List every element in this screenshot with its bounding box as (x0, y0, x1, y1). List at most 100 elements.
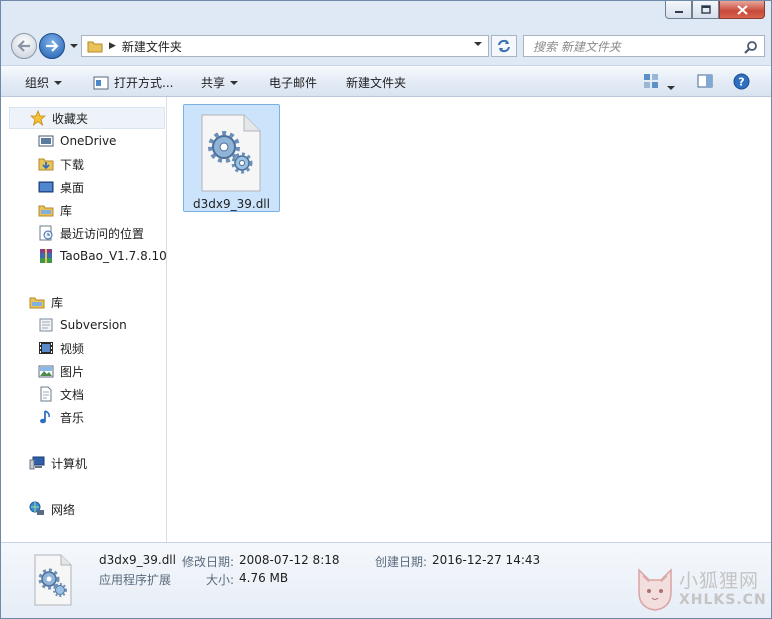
video-library-icon (39, 342, 53, 354)
email-label: 电子邮件 (269, 76, 318, 90)
watermark-en: XHLKS.CN (679, 592, 767, 608)
sidebar-item-videos[interactable]: 视频 (38, 337, 84, 359)
share-label: 共享 (201, 76, 226, 90)
minimize-button[interactable] (665, 1, 692, 19)
help-button[interactable]: ? (733, 73, 750, 93)
open-with-button[interactable]: 打开方式... (93, 74, 173, 91)
forward-button[interactable] (39, 33, 65, 59)
organize-button[interactable]: 组织 (25, 74, 63, 91)
downloads-folder-icon (38, 158, 54, 171)
search-box[interactable]: 搜索 新建文件夹 (523, 35, 765, 57)
details-file-name: d3dx9_39.dll (99, 553, 176, 567)
sidebar-item-label: 音乐 (60, 410, 85, 425)
sidebar-item-pictures[interactable]: 图片 (38, 360, 84, 382)
chevron-down-icon (667, 86, 675, 90)
folder-icon (87, 41, 103, 53)
subversion-library-icon (39, 318, 53, 332)
refresh-icon (498, 39, 510, 53)
change-view-button[interactable] (643, 73, 659, 92)
computer-icon (29, 456, 45, 470)
open-with-icon (93, 76, 109, 89)
back-arrow-icon (17, 40, 30, 52)
documents-library-icon (40, 386, 52, 402)
network-icon (29, 501, 44, 515)
address-dropdown-icon[interactable] (474, 42, 482, 46)
sidebar-item-label: 视频 (60, 341, 85, 356)
desktop-icon (38, 181, 54, 193)
sidebar-item-library[interactable]: 库 (38, 199, 72, 221)
sidebar-item-label: 文档 (60, 387, 85, 402)
site-watermark: 小狐狸网 XHLKS.CN (635, 562, 767, 614)
details-size-value: 4.76 MB (239, 571, 289, 585)
breadcrumb-current-folder[interactable]: 新建文件夹 (122, 38, 182, 55)
network-header[interactable]: 网络 (29, 498, 75, 520)
file-name: d3dx9_39.dll (193, 197, 270, 211)
library-folder-icon (38, 205, 54, 217)
sidebar-item-label: 最近访问的位置 (60, 226, 145, 241)
sidebar-item-onedrive[interactable]: OneDrive (38, 130, 116, 152)
new-folder-button[interactable]: 新建文件夹 (346, 74, 406, 91)
file-item-d3dx9[interactable]: d3dx9_39.dll (183, 104, 280, 212)
organize-label: 组织 (25, 76, 50, 90)
details-file-type: 应用程序扩展 (99, 573, 172, 587)
sidebar-item-label: 桌面 (60, 180, 85, 195)
help-icon: ? (733, 73, 750, 90)
refresh-button[interactable] (491, 35, 517, 57)
sidebar-item-label: 库 (60, 203, 73, 218)
details-modified-label: 修改日期: (182, 555, 235, 569)
minimize-icon (674, 10, 683, 13)
fox-logo-icon (638, 568, 672, 611)
libraries-header[interactable]: 库 (29, 291, 63, 313)
favorites-label: 收藏夹 (52, 111, 89, 126)
share-button[interactable]: 共享 (201, 74, 239, 91)
dll-file-icon (201, 114, 261, 192)
view-dropdown[interactable] (667, 79, 675, 93)
back-button[interactable] (11, 33, 37, 59)
open-with-label: 打开方式... (114, 76, 174, 90)
favorites-header[interactable]: 收藏夹 (9, 107, 165, 129)
navigation-pane: 收藏夹 OneDrive 下载 桌面 库 最近访问的位置 TaoBao_V1.7… (1, 97, 167, 542)
details-pane: d3dx9_39.dll 修改日期: 2008-07-12 8:18 创建日期:… (1, 542, 771, 618)
sidebar-item-label: TaoBao_V1.7.8.10_ (60, 249, 167, 263)
details-modified-value: 2008-07-12 8:18 (239, 553, 340, 567)
sidebar-item-downloads[interactable]: 下载 (38, 153, 84, 175)
chevron-down-icon (230, 80, 239, 85)
sidebar-item-label: OneDrive (60, 134, 117, 148)
maximize-button[interactable] (692, 1, 719, 19)
sidebar-item-music[interactable]: 音乐 (38, 406, 84, 428)
libraries-icon (29, 297, 45, 309)
sidebar-item-desktop[interactable]: 桌面 (38, 176, 84, 198)
search-icon[interactable] (744, 40, 758, 54)
sidebar-item-recent-places[interactable]: 最近访问的位置 (38, 222, 144, 244)
preview-pane-button[interactable] (697, 73, 713, 92)
music-library-icon (40, 410, 50, 424)
breadcrumb-arrow-icon[interactable]: ▶ (109, 41, 116, 51)
sidebar-item-subversion[interactable]: Subversion (38, 314, 127, 336)
sidebar-item-label: Subversion (60, 318, 127, 332)
watermark-cn: 小狐狸网 (679, 570, 760, 592)
libraries-label: 库 (51, 295, 64, 310)
close-button[interactable] (719, 1, 765, 19)
file-list-area[interactable]: d3dx9_39.dll (167, 97, 771, 542)
address-row: ▶ 新建文件夹 搜索 新建文件夹 (9, 31, 765, 63)
chevron-down-icon (70, 44, 78, 48)
forward-arrow-icon (46, 40, 59, 52)
sidebar-item-taobao-archive[interactable]: TaoBao_V1.7.8.10_ (38, 245, 167, 267)
pictures-library-icon (38, 365, 54, 378)
email-button[interactable]: 电子邮件 (269, 74, 317, 91)
maximize-icon (700, 5, 711, 14)
new-folder-label: 新建文件夹 (346, 76, 407, 90)
preview-pane-icon (697, 74, 713, 88)
details-size-label: 大小: (206, 573, 235, 587)
command-bar: 组织 打开方式... 共享 电子邮件 新建文件夹 ? (1, 65, 771, 97)
chevron-down-icon (54, 80, 63, 85)
recent-pages-dropdown[interactable] (69, 41, 79, 51)
svg-text:?: ? (738, 76, 744, 89)
star-icon (30, 110, 46, 126)
details-created-value: 2016-12-27 14:43 (432, 553, 541, 567)
computer-header[interactable]: 计算机 (29, 452, 87, 474)
winrar-archive-icon (40, 249, 52, 263)
sidebar-item-documents[interactable]: 文档 (38, 383, 84, 405)
address-bar[interactable]: ▶ 新建文件夹 (81, 35, 489, 57)
details-created-label: 创建日期: (375, 555, 428, 569)
